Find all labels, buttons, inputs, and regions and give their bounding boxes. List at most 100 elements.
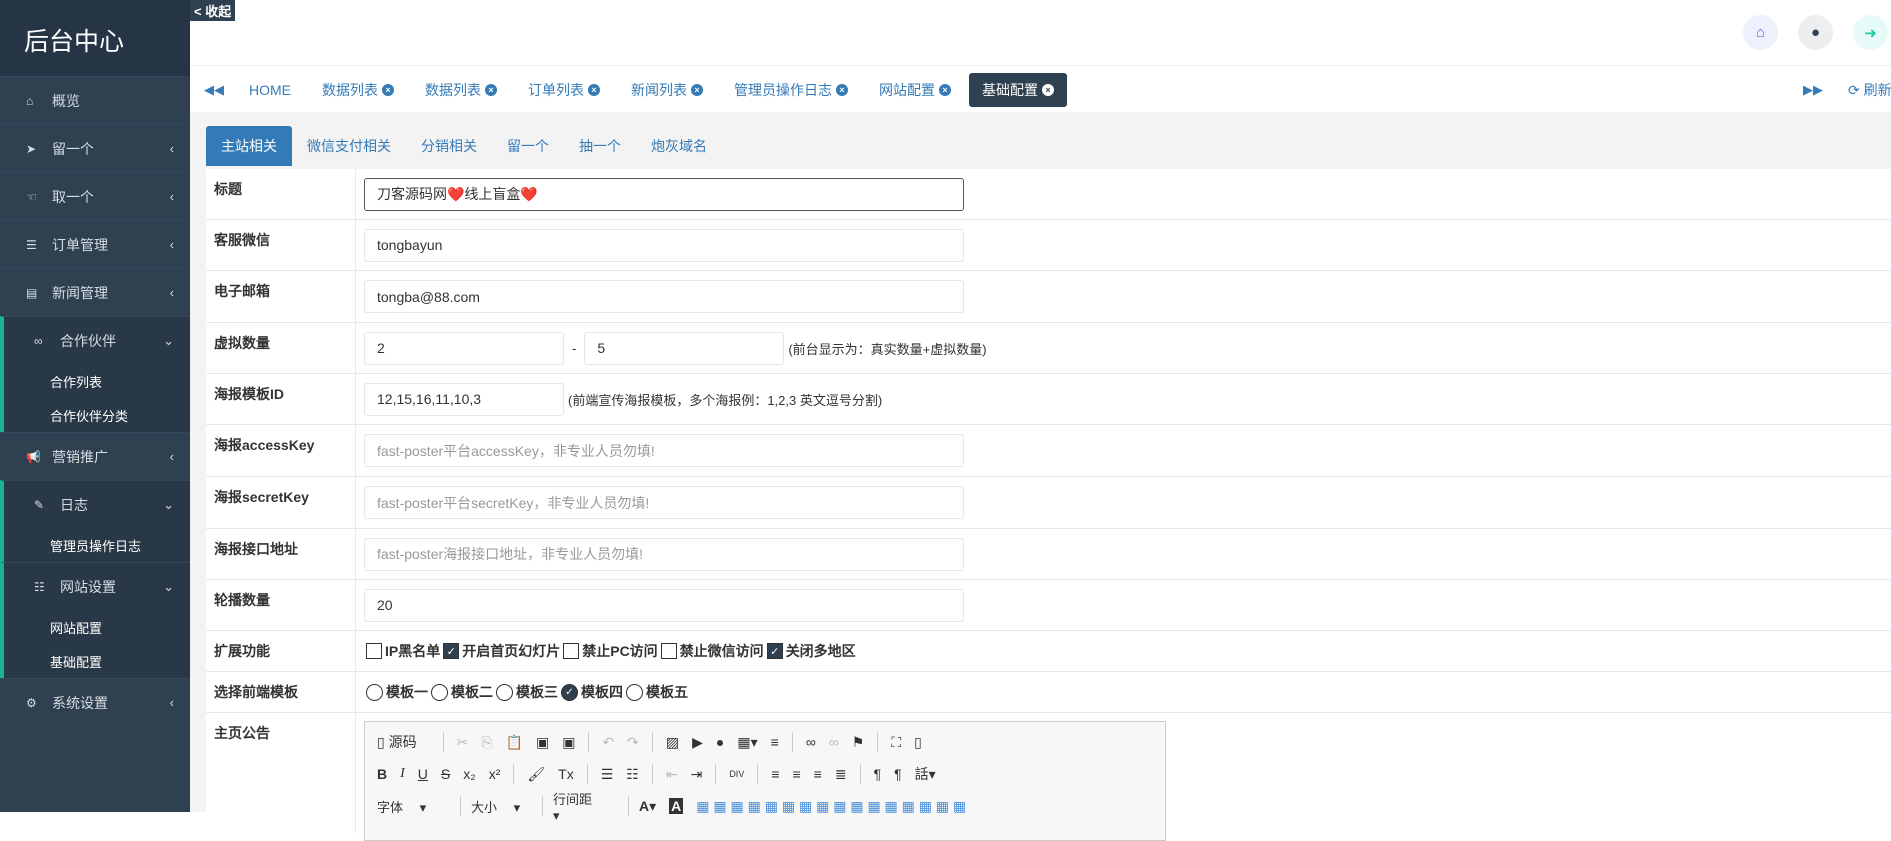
refresh-button[interactable]: ⟳ 刷新 (1848, 80, 1891, 100)
strikethrough-icon[interactable]: S (441, 766, 450, 782)
paste-text-icon[interactable]: ▣ (536, 734, 549, 751)
size-select[interactable]: 大小 ▾ (471, 797, 529, 816)
bold-icon[interactable]: B (377, 766, 387, 782)
checkbox-ip-blacklist[interactable] (366, 643, 382, 659)
checkbox-home-slides[interactable]: ✓ (443, 643, 460, 659)
unlink-icon[interactable]: ∞ (829, 734, 839, 750)
subtab-chou[interactable]: 抽一个 (564, 126, 636, 166)
rtl-icon[interactable]: ¶ (894, 766, 902, 782)
sidebar-item-qu[interactable]: ☜ 取一个 ‹ (0, 172, 190, 220)
underline-icon[interactable]: U (418, 766, 428, 782)
undo-icon[interactable]: ↶ (602, 734, 614, 751)
checkbox-block-pc[interactable] (563, 643, 580, 659)
div-icon[interactable]: DIV (729, 769, 744, 779)
align-left-icon[interactable]: ≡ (771, 766, 779, 782)
radio-template-3[interactable] (496, 683, 513, 701)
virtual-max-input[interactable]: 5 (584, 331, 785, 365)
sidebar-item-site-settings[interactable]: ☷ 网站设置 ⌄ (0, 562, 190, 610)
close-icon[interactable]: × (939, 83, 951, 96)
align-center-icon[interactable]: ≡ (793, 766, 801, 782)
virtual-min-input[interactable]: 2 (364, 331, 564, 365)
subtab-distribution[interactable]: 分销相关 (406, 126, 492, 166)
cut-icon[interactable]: ✂ (457, 734, 469, 751)
subtab-wechat-pay[interactable]: 微信支付相关 (292, 126, 406, 166)
language-icon[interactable]: 話▾ (915, 764, 936, 784)
close-icon[interactable]: × (1042, 83, 1054, 96)
close-icon[interactable]: × (588, 83, 600, 96)
close-icon[interactable]: × (691, 83, 703, 96)
tab[interactable]: 新闻列表 × (618, 73, 716, 107)
wechat-input[interactable]: tongbayun (364, 228, 964, 262)
fullscreen-icon[interactable]: ⛶ (891, 734, 901, 751)
access-key-input[interactable]: fast-poster平台accessKey，非专业人员勿填! (364, 434, 964, 467)
source-button[interactable]: ▯ 源码 (377, 732, 430, 752)
home-icon[interactable]: ⌂ (1743, 15, 1778, 50)
secret-key-input[interactable]: fast-poster平台secretKey，非专业人员勿填! (364, 486, 964, 519)
email-input[interactable]: tongba@88.com (364, 280, 964, 313)
paste-icon[interactable]: 📋 (506, 734, 523, 751)
close-icon[interactable]: × (485, 83, 497, 96)
sidebar-item-news[interactable]: ▤ 新闻管理 ‹ (0, 268, 190, 316)
format-painter-icon[interactable]: 🖌 (527, 766, 545, 783)
radio-template-1[interactable] (366, 683, 383, 701)
sidebar-item-overview[interactable]: ⌂ 概览 (0, 76, 190, 124)
checkbox-block-wechat[interactable] (660, 643, 677, 659)
close-icon[interactable]: × (382, 83, 394, 96)
italic-icon[interactable]: I (400, 766, 405, 782)
rich-text-editor[interactable]: ▯ 源码 ✂ ⎘ 📋 ▣ ▣ ↶ ↷ ▨ ▶ ● ▦▾ ≡ ∞ ∞ ⚑ ⛶ ▯ B I U Sx₂ x² 🖌 Tx… (364, 721, 1166, 841)
title-input[interactable]: 刀客源码网❤️线上盲盒❤️ (364, 177, 964, 211)
flash-icon[interactable]: ● (716, 734, 724, 750)
scroll-right-icon[interactable]: ▶▶ (1803, 82, 1823, 98)
subtab-domains[interactable]: 炮灰域名 (636, 126, 722, 166)
redo-icon[interactable]: ↷ (627, 734, 639, 751)
line-height-select[interactable]: 行间距 ▾ (553, 789, 615, 824)
checkbox-close-regions[interactable]: ✓ (766, 643, 783, 659)
tab[interactable]: 管理员操作日志 × (721, 73, 861, 107)
sidebar-item-liu[interactable]: ➤ 留一个 ‹ (0, 124, 190, 172)
subtab-main[interactable]: 主站相关 (206, 126, 292, 166)
tab[interactable]: 网站配置 × (866, 73, 964, 107)
logout-icon[interactable]: ➜ (1853, 15, 1888, 50)
sidebar-item-partner[interactable]: ∞ 合作伙伴 ⌄ (0, 316, 190, 364)
anchor-flag-icon[interactable]: ⚑ (852, 734, 865, 751)
paste-word-icon[interactable]: ▣ (562, 734, 575, 751)
sidebar-sub-basic-config[interactable]: 基础配置 (0, 644, 190, 678)
poster-id-input[interactable]: 12,15,16,11,10,3 (364, 382, 564, 416)
tab[interactable]: 数据列表 × (309, 73, 407, 107)
ordered-list-icon[interactable]: ☰ (601, 766, 614, 783)
subscript-icon[interactable]: x₂ (463, 766, 475, 782)
justify-icon[interactable]: ≣ (835, 766, 847, 783)
sidebar-item-system[interactable]: ⚙ 系统设置 ‹ (0, 678, 190, 726)
sidebar-item-log[interactable]: ✎ 日志 ⌄ (0, 480, 190, 528)
sidebar-sub-admin-log[interactable]: 管理员操作日志 (0, 528, 190, 562)
ltr-icon[interactable]: ¶ (874, 766, 882, 782)
horizontal-rule-icon[interactable]: ≡ (771, 734, 779, 750)
api-url-input[interactable]: fast-poster海报接口地址，非专业人员勿填! (364, 537, 964, 571)
sidebar-sub-site-config[interactable]: 网站配置 (0, 610, 190, 644)
link-icon[interactable]: ∞ (806, 734, 816, 750)
carousel-count-input[interactable]: 20 (364, 588, 964, 622)
outdent-icon[interactable]: ⇤ (666, 766, 678, 783)
table-icon[interactable]: ▦▾ (737, 734, 757, 751)
tab[interactable]: 数据列表 × (412, 73, 510, 107)
sidebar-sub-partner-list[interactable]: 合作列表 (0, 364, 190, 398)
image-icon[interactable]: ▨ (666, 734, 679, 751)
close-icon[interactable]: × (836, 83, 848, 96)
scroll-left-icon[interactable]: ◀◀ (204, 82, 224, 98)
video-icon[interactable]: ▶ (692, 734, 703, 751)
user-icon[interactable]: ● (1798, 15, 1833, 50)
radio-template-5[interactable] (626, 683, 643, 701)
tab-active[interactable]: 基础配置 × (969, 72, 1067, 107)
tab-home[interactable]: HOME (236, 73, 304, 107)
sidebar-item-marketing[interactable]: 📢 营销推广 ‹ (0, 432, 190, 480)
align-right-icon[interactable]: ≡ (814, 766, 822, 782)
sidebar-item-orders[interactable]: ☰ 订单管理 ‹ (0, 220, 190, 268)
superscript-icon[interactable]: x² (489, 766, 501, 782)
preview-icon[interactable]: ▯ (914, 734, 922, 751)
sidebar-sub-partner-category[interactable]: 合作伙伴分类 (0, 398, 190, 432)
indent-icon[interactable]: ⇥ (691, 766, 703, 783)
radio-template-4[interactable]: ✓ (561, 683, 578, 701)
bullet-list-icon[interactable]: ☷ (626, 766, 639, 783)
copy-icon[interactable]: ⎘ (481, 734, 492, 751)
subtab-liu[interactable]: 留一个 (492, 126, 564, 166)
